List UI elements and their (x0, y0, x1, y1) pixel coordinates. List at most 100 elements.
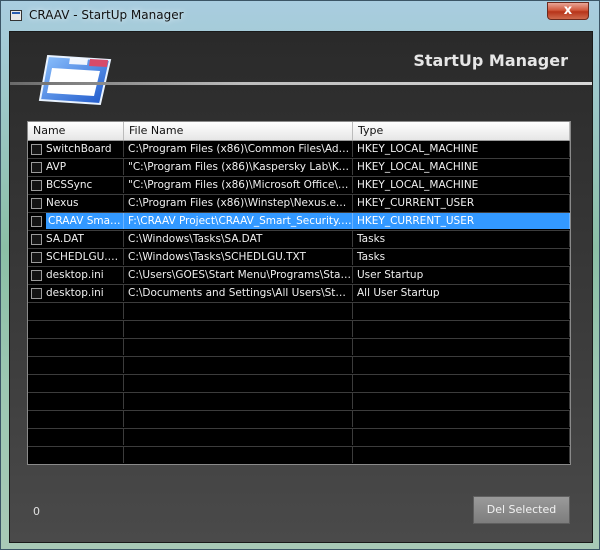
empty-cell (124, 321, 353, 337)
empty-cell (124, 411, 353, 427)
empty-row[interactable] (28, 375, 570, 393)
file-name-cell: C:\Documents and Settings\All Users\Star… (124, 285, 353, 301)
empty-cell (353, 447, 570, 463)
file-name-cell: C:\Program Files (x86)\Common Files\Adob… (124, 141, 353, 157)
empty-cell (28, 303, 124, 319)
file-name-cell: C:\Users\GOES\Start Menu\Programs\Start.… (124, 267, 353, 283)
grid-header: Name File Name Type (28, 122, 570, 141)
empty-cell (28, 357, 124, 373)
empty-row[interactable] (28, 321, 570, 339)
empty-cell (124, 357, 353, 373)
row-checkbox[interactable] (31, 215, 42, 227)
table-row[interactable]: desktop.ini C:\Documents and Settings\All… (28, 285, 570, 303)
file-name-cell: C:\Program Files (x86)\Winstep\Nexus.exe… (124, 195, 353, 211)
empty-row[interactable] (28, 393, 570, 411)
name-text: AVP (46, 161, 67, 173)
empty-cell (353, 393, 570, 409)
file-name-cell: "C:\Program Files (x86)\Microsoft Office… (124, 177, 353, 193)
type-cell: Tasks (353, 249, 570, 265)
empty-row[interactable] (28, 303, 570, 321)
name-cell: desktop.ini (28, 285, 124, 301)
table-row[interactable]: BCSSync "C:\Program Files (x86)\Microsoft… (28, 177, 570, 195)
title-bar[interactable]: CRAAV - StartUp Manager x (1, 1, 599, 31)
name-cell: AVP (28, 159, 124, 175)
app-window-icon (10, 10, 22, 21)
type-cell: HKEY_CURRENT_USER (353, 213, 570, 229)
window-title: CRAAV - StartUp Manager (29, 8, 184, 22)
empty-cell (353, 321, 570, 337)
file-name-cell: C:\Windows\Tasks\SA.DAT (124, 231, 353, 247)
type-cell: HKEY_LOCAL_MACHINE (353, 177, 570, 193)
window-frame: CRAAV - StartUp Manager x StartUp Manage… (0, 0, 600, 550)
name-cell: desktop.ini (28, 267, 124, 283)
name-cell: Nexus (28, 195, 124, 211)
name-cell: SCHEDLGU.TXT (28, 249, 124, 265)
name-text: SA.DAT (46, 233, 84, 245)
row-checkbox[interactable] (31, 251, 42, 263)
name-cell: CRAAV Smart ... (28, 213, 124, 229)
empty-cell (124, 393, 353, 409)
empty-cell (353, 411, 570, 427)
close-button[interactable]: x (547, 2, 589, 20)
name-text: SCHEDLGU.TXT (46, 251, 123, 263)
file-name-cell: C:\Windows\Tasks\SCHEDLGU.TXT (124, 249, 353, 265)
header-title: StartUp Manager (413, 51, 568, 70)
type-cell: Tasks (353, 231, 570, 247)
table-row[interactable]: desktop.ini C:\Users\GOES\Start Menu\Prog… (28, 267, 570, 285)
type-cell: User Startup (353, 267, 570, 283)
empty-cell (353, 357, 570, 373)
empty-row[interactable] (28, 357, 570, 375)
empty-cell (28, 447, 124, 463)
table-row[interactable]: CRAAV Smart ...F:\CRAAV Project\CRAAV_Sm… (28, 213, 570, 231)
name-cell: SA.DAT (28, 231, 124, 247)
type-cell: All User Startup (353, 285, 570, 301)
column-header-file-name[interactable]: File Name (124, 122, 353, 140)
name-text: desktop.ini (46, 287, 104, 299)
name-text: Nexus (46, 197, 79, 209)
type-cell: HKEY_CURRENT_USER (353, 195, 570, 211)
name-text: BCSSync (46, 179, 93, 191)
file-name-cell: "C:\Program Files (x86)\Kaspersky Lab\Ka… (124, 159, 353, 175)
row-checkbox[interactable] (31, 269, 42, 281)
empty-cell (124, 339, 353, 355)
row-checkbox[interactable] (31, 287, 42, 299)
name-cell: SwitchBoard (28, 141, 124, 157)
row-checkbox[interactable] (31, 143, 42, 155)
table-row[interactable]: SA.DAT C:\Windows\Tasks\SA.DAT Tasks (28, 231, 570, 249)
empty-cell (124, 447, 353, 463)
empty-cell (124, 375, 353, 391)
type-cell: HKEY_LOCAL_MACHINE (353, 159, 570, 175)
grid-body: SwitchBoard C:\Program Files (x86)\Common… (28, 141, 570, 464)
empty-cell (353, 303, 570, 319)
selected-count: 0 (33, 505, 40, 518)
header-divider (10, 82, 592, 85)
empty-cell (353, 375, 570, 391)
column-header-type[interactable]: Type (353, 122, 570, 140)
file-name-cell: F:\CRAAV Project\CRAAV_Smart_Security.ex… (124, 213, 353, 229)
empty-cell (28, 393, 124, 409)
empty-row[interactable] (28, 411, 570, 429)
row-checkbox[interactable] (31, 179, 42, 191)
startup-grid[interactable]: Name File Name Type SwitchBoard C:\Progra… (27, 121, 571, 465)
empty-row[interactable] (28, 339, 570, 357)
row-checkbox[interactable] (31, 197, 42, 209)
name-cell: BCSSync (28, 177, 124, 193)
empty-cell (124, 303, 353, 319)
table-row[interactable]: SwitchBoard C:\Program Files (x86)\Common… (28, 141, 570, 159)
empty-cell (28, 411, 124, 427)
row-checkbox[interactable] (31, 233, 42, 245)
row-checkbox[interactable] (31, 161, 42, 173)
table-row[interactable]: AVP "C:\Program Files (x86)\Kaspersky Lab… (28, 159, 570, 177)
table-row[interactable]: Nexus C:\Program Files (x86)\Winstep\Nexu… (28, 195, 570, 213)
empty-cell (124, 429, 353, 445)
column-header-name[interactable]: Name (28, 122, 124, 140)
empty-cell (28, 375, 124, 391)
empty-row[interactable] (28, 447, 570, 464)
startup-manager-logo-icon (38, 54, 112, 106)
del-selected-button[interactable]: Del Selected (473, 496, 570, 524)
empty-cell (28, 321, 124, 337)
empty-cell (28, 339, 124, 355)
empty-row[interactable] (28, 429, 570, 447)
name-text: CRAAV Smart ... (46, 213, 123, 229)
table-row[interactable]: SCHEDLGU.TXT C:\Windows\Tasks\SCHEDLGU.TX… (28, 249, 570, 267)
